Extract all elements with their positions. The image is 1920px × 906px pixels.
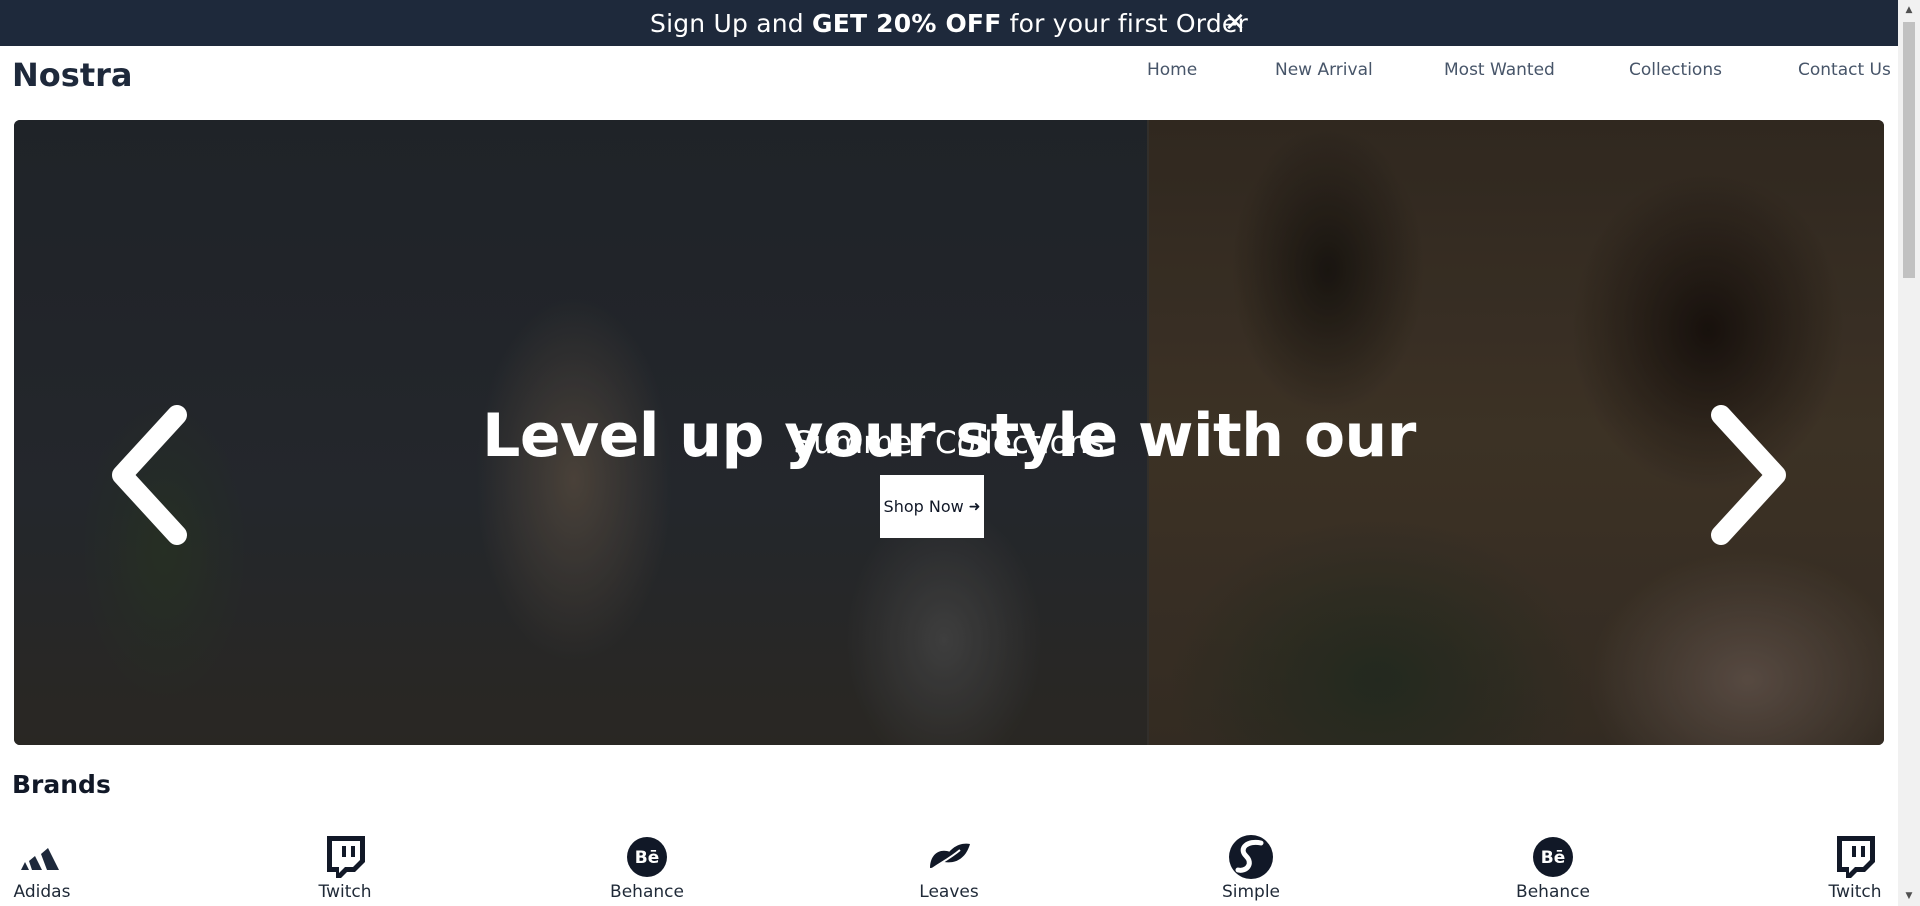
twitch-icon [321, 834, 369, 880]
twitch-icon [1831, 834, 1879, 880]
promo-text: Sign Up and GET 20% OFF for your first O… [650, 8, 1248, 38]
hero-carousel: Level up your style with our Summer Coll… [14, 120, 1884, 745]
carousel-next-button[interactable] [1696, 400, 1796, 550]
behance-icon: Bē [623, 834, 671, 880]
shop-now-label: Shop Now [883, 497, 964, 516]
leaves-icon [925, 834, 973, 880]
arrow-right-icon: ➜ [968, 498, 981, 515]
site-header: Nostra Home New Arrival Most Wanted Coll… [0, 46, 1898, 120]
nav-link-collections[interactable]: Collections [1629, 60, 1722, 80]
brand-label: Adidas [13, 882, 71, 902]
chevron-left-icon [112, 405, 187, 545]
brand-item-simple[interactable]: Simple [1201, 834, 1301, 906]
brand-item-behance-2[interactable]: Bē Behance [1503, 834, 1603, 906]
brand-label: Twitch [318, 882, 372, 902]
brand-label: Twitch [1828, 882, 1882, 902]
scroll-down-icon[interactable]: ▼ [1903, 890, 1915, 902]
nav-link-new-arrival[interactable]: New Arrival [1275, 60, 1373, 80]
promo-bar: Sign Up and GET 20% OFF for your first O… [0, 0, 1898, 46]
brand-label: Leaves [919, 882, 979, 902]
brand-item-adidas[interactable]: Adidas [0, 834, 92, 906]
main-nav: Home New Arrival Most Wanted Collections… [0, 60, 1898, 90]
svg-text:Bē: Bē [1541, 848, 1566, 868]
scroll-up-icon[interactable]: ▲ [1903, 4, 1915, 16]
brand-item-behance[interactable]: Bē Behance [597, 834, 697, 906]
brand-item-twitch[interactable]: Twitch [295, 834, 395, 906]
svg-text:Bē: Bē [635, 848, 660, 868]
brand-label: Behance [610, 882, 684, 902]
brand-item-leaves[interactable]: Leaves [899, 834, 999, 906]
brands-heading: Brands [12, 770, 111, 799]
behance-icon: Bē [1529, 834, 1577, 880]
carousel-prev-button[interactable] [102, 400, 202, 550]
hero-subtitle: Summer Collections [793, 425, 1105, 461]
brand-label: Behance [1516, 882, 1590, 902]
adidas-icon [18, 834, 66, 880]
nav-link-contact-us[interactable]: Contact Us [1798, 60, 1891, 80]
brand-label: Simple [1221, 882, 1281, 902]
brand-item-twitch-2[interactable]: Twitch [1805, 834, 1905, 906]
shop-now-button[interactable]: Shop Now ➜ [880, 475, 984, 538]
close-icon[interactable]: ✕ [1222, 10, 1248, 36]
nav-link-home[interactable]: Home [1147, 60, 1197, 80]
nav-link-most-wanted[interactable]: Most Wanted [1444, 60, 1555, 80]
scrollbar-thumb[interactable] [1903, 22, 1915, 278]
simple-icon [1227, 834, 1275, 880]
chevron-right-icon [1711, 405, 1786, 545]
